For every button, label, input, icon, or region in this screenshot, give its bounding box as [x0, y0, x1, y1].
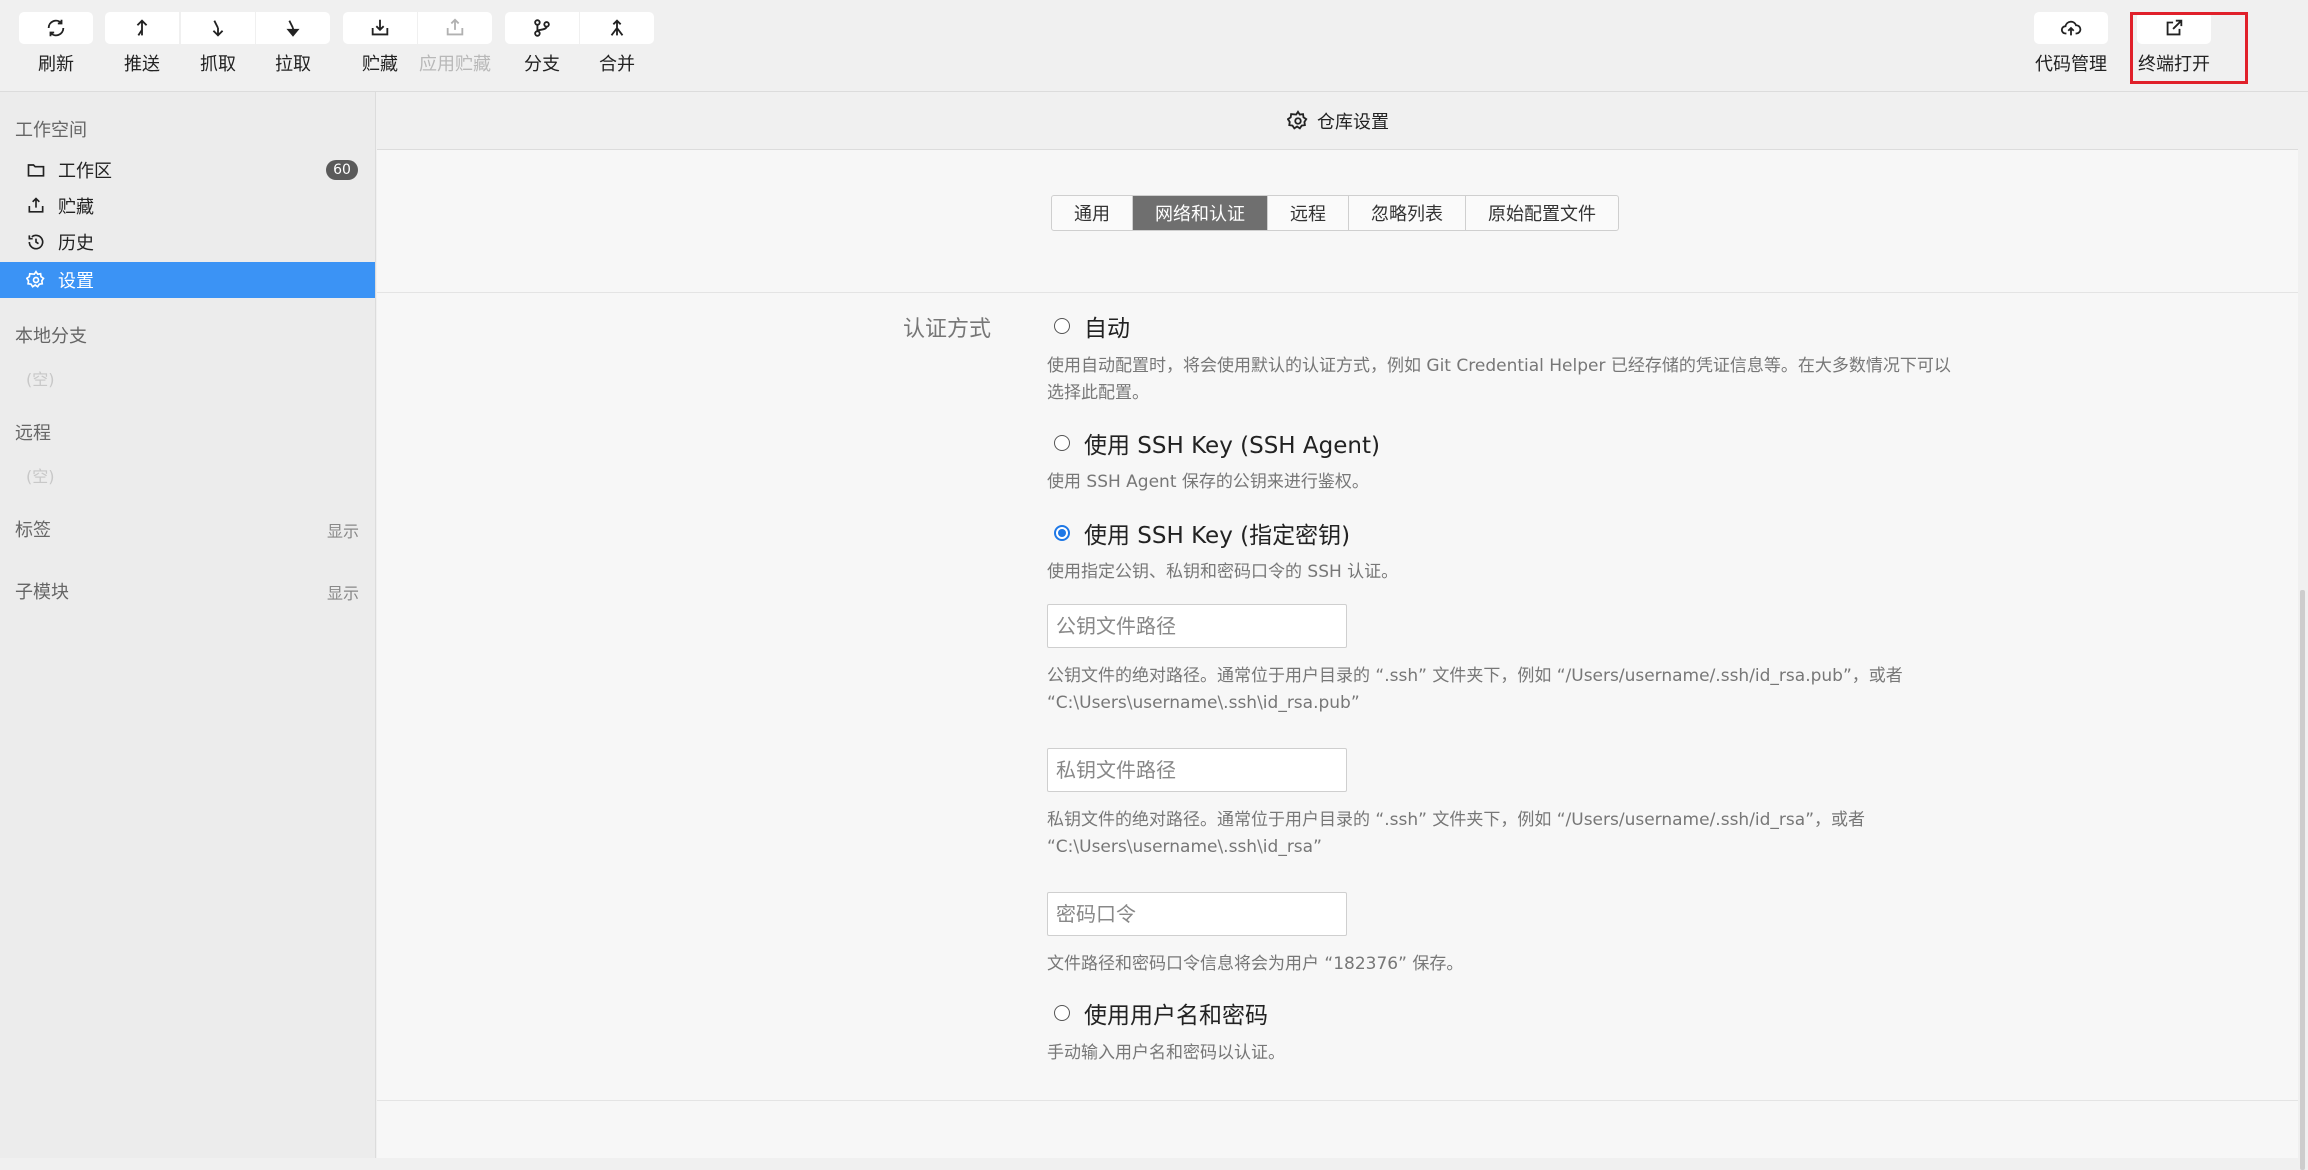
gear-icon	[1287, 109, 1308, 130]
stash-icon	[343, 12, 417, 44]
push-button[interactable]: 推送	[104, 12, 180, 76]
sidebar-item-label: 历史	[58, 233, 94, 254]
highlight-box	[2130, 12, 2248, 84]
apply-stash-label: 应用贮藏	[419, 54, 491, 75]
passphrase-desc: 文件路径和密码口令信息将会为用户 “182376” 保存。	[1047, 954, 1464, 974]
stash-button[interactable]: 贮藏	[342, 12, 418, 76]
radio-ssh-agent[interactable]	[1054, 435, 1070, 451]
local-branches-title[interactable]: 本地分支	[15, 322, 87, 348]
apply-stash-button[interactable]: 应用贮藏	[417, 12, 493, 76]
radio-user-pass[interactable]	[1054, 1005, 1070, 1021]
stash-label: 贮藏	[362, 54, 398, 75]
divider	[377, 292, 2299, 293]
auth-option-desc: 使用自动配置时，将会使用默认的认证方式，例如 Git Credential He…	[1047, 356, 1951, 403]
auth-option-ssh-agent[interactable]: 使用 SSH Key (SSH Agent)	[1054, 426, 1380, 460]
settings-tabs: 通用 网络和认证 远程 忽略列表 原始配置文件	[1051, 195, 1619, 231]
code-management-button[interactable]: 代码管理	[2033, 12, 2109, 76]
sidebar-item-stash[interactable]: 贮藏	[0, 188, 375, 224]
remotes-title[interactable]: 远程	[15, 419, 51, 445]
local-branches-empty: (空)	[26, 370, 55, 389]
submodules-title[interactable]: 子模块	[15, 578, 69, 604]
toolbar: 刷新 推送 抓取 拉取 贮藏 应用贮藏 分支 合并 代码管理 终端打开	[0, 0, 2308, 92]
tab-ignore-list[interactable]: 忽略列表	[1349, 196, 1466, 230]
refresh-button[interactable]: 刷新	[18, 12, 94, 76]
sidebar-item-workspace[interactable]: 工作区 60	[0, 152, 375, 188]
tab-network-auth[interactable]: 网络和认证	[1133, 196, 1268, 230]
merge-button[interactable]: 合并	[579, 12, 655, 76]
repo-settings-header: 仓库设置	[377, 92, 2299, 150]
branch-button[interactable]: 分支	[504, 12, 580, 76]
scrollbar-thumb[interactable]	[2300, 590, 2305, 1170]
auth-method-label: 认证方式	[903, 317, 992, 342]
push-icon	[105, 12, 179, 44]
sidebar: 工作空间 工作区 60 贮藏 历史 设置 本地分支 (空) 远程 (空) 标签 …	[0, 92, 376, 1158]
remotes-empty: (空)	[26, 467, 55, 486]
merge-label: 合并	[599, 54, 635, 75]
auth-option-label: 使用 SSH Key (SSH Agent)	[1084, 433, 1380, 459]
cloud-upload-icon	[2034, 12, 2108, 44]
workspace-title: 工作空间	[15, 120, 87, 141]
auth-option-desc: 手动输入用户名和密码以认证。	[1047, 1043, 1285, 1063]
folder-icon	[27, 164, 45, 177]
auth-option-user-pass[interactable]: 使用用户名和密码	[1054, 996, 1268, 1030]
sidebar-item-history[interactable]: 历史	[0, 224, 375, 260]
sidebar-item-settings[interactable]: 设置	[0, 262, 375, 298]
private-key-path-input[interactable]	[1047, 748, 1347, 792]
refresh-label: 刷新	[38, 54, 74, 75]
radio-ssh-key[interactable]	[1054, 525, 1070, 541]
auth-option-label: 自动	[1084, 316, 1130, 342]
auth-option-auto[interactable]: 自动	[1054, 309, 1130, 343]
code-management-label: 代码管理	[2035, 54, 2107, 75]
tags-title[interactable]: 标签	[15, 516, 51, 542]
changes-count-badge: 60	[326, 160, 358, 180]
public-key-path-input[interactable]	[1047, 604, 1347, 648]
branch-label: 分支	[524, 54, 560, 75]
public-key-desc: 公钥文件的绝对路径。通常位于用户目录的 “.ssh” 文件夹下，例如 “/Use…	[1047, 666, 1903, 713]
branch-icon	[505, 12, 579, 44]
pull-icon	[256, 12, 330, 44]
history-icon	[28, 234, 44, 250]
page-title: 仓库设置	[1317, 111, 1389, 133]
pull-button[interactable]: 拉取	[255, 12, 331, 76]
passphrase-input[interactable]	[1047, 892, 1347, 936]
sidebar-item-label: 贮藏	[58, 197, 94, 218]
auth-option-ssh-key[interactable]: 使用 SSH Key (指定密钥)	[1054, 516, 1350, 550]
fetch-button[interactable]: 抓取	[180, 12, 256, 76]
sidebar-item-label: 设置	[58, 271, 94, 292]
divider	[377, 1100, 2299, 1101]
tags-show-toggle[interactable]: 显示	[327, 518, 359, 542]
auth-option-desc: 使用指定公钥、私钥和密码口令的 SSH 认证。	[1047, 562, 1399, 582]
tab-remotes[interactable]: 远程	[1268, 196, 1349, 230]
submodules-show-toggle[interactable]: 显示	[327, 580, 359, 604]
refresh-icon	[19, 12, 93, 44]
main-panel: 仓库设置 通用 网络和认证 远程 忽略列表 原始配置文件 认证方式 自动 使用自…	[377, 92, 2299, 1158]
gear-icon	[26, 270, 45, 288]
radio-auto[interactable]	[1054, 318, 1070, 334]
merge-icon	[580, 12, 654, 44]
auth-option-label: 使用用户名和密码	[1084, 1003, 1268, 1029]
auth-option-desc: 使用 SSH Agent 保存的公钥来进行鉴权。	[1047, 472, 1369, 492]
fetch-label: 抓取	[200, 54, 236, 75]
stash-icon	[28, 197, 44, 213]
apply-stash-icon	[418, 12, 492, 44]
pull-label: 拉取	[275, 54, 311, 75]
fetch-icon	[181, 12, 255, 44]
tab-raw-config[interactable]: 原始配置文件	[1466, 196, 1618, 230]
push-label: 推送	[124, 54, 160, 75]
private-key-desc: 私钥文件的绝对路径。通常位于用户目录的 “.ssh” 文件夹下，例如 “/Use…	[1047, 810, 1866, 857]
auth-option-label: 使用 SSH Key (指定密钥)	[1084, 523, 1351, 549]
sidebar-item-label: 工作区	[58, 161, 112, 182]
tab-general[interactable]: 通用	[1052, 196, 1133, 230]
